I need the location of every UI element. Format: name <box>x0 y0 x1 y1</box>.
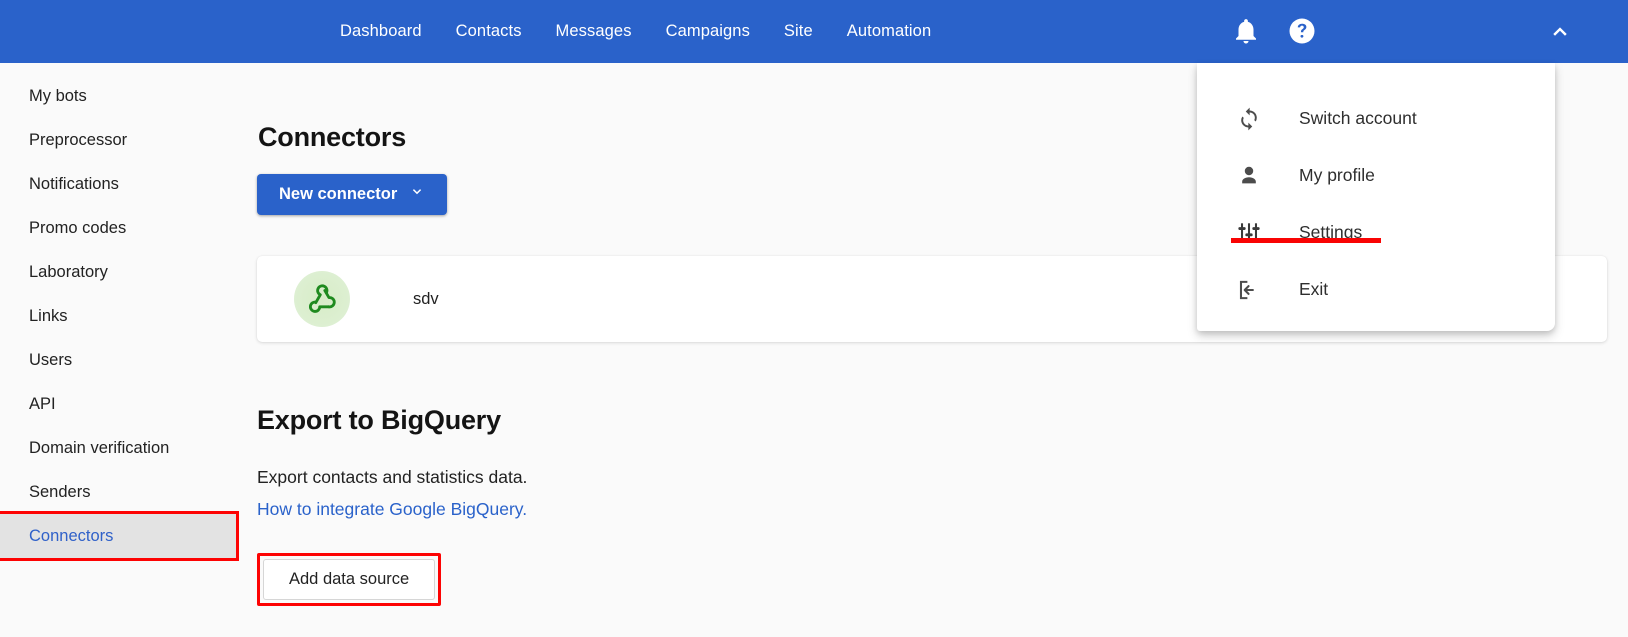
webhook-icon <box>294 271 350 327</box>
chevron-down-icon <box>409 184 425 205</box>
sidebar-item-label: Links <box>29 306 68 325</box>
person-icon <box>1235 162 1263 190</box>
nav-link-dashboard[interactable]: Dashboard <box>340 23 439 40</box>
sidebar-item-my-bots[interactable]: My bots <box>0 74 236 118</box>
sidebar-item-api[interactable]: API <box>0 382 236 426</box>
sidebar-item-label: Promo codes <box>29 218 127 237</box>
add-data-source-highlight: Add data source <box>257 553 442 606</box>
menu-item-exit[interactable]: Exit <box>1197 261 1555 318</box>
nav-link-campaigns[interactable]: Campaigns <box>649 23 767 40</box>
sidebar-item-label: Preprocessor <box>29 130 128 149</box>
menu-item-label: Exit <box>1299 279 1329 299</box>
sidebar-item-laboratory[interactable]: Laboratory <box>0 250 236 294</box>
sidebar-item-label: My bots <box>29 86 87 105</box>
sidebar-item-promo-codes[interactable]: Promo codes <box>0 206 236 250</box>
menu-item-label: My profile <box>1299 165 1375 185</box>
new-connector-button[interactable]: New connector <box>257 174 448 215</box>
page-title: Connectors <box>258 122 407 152</box>
account-dropdown-menu: Switch account My profile Settings Exit <box>1197 63 1555 331</box>
bigquery-description: Export contacts and statistics data. <box>257 467 528 487</box>
sidebar-item-senders[interactable]: Senders <box>0 470 236 514</box>
new-connector-label: New connector <box>279 185 398 203</box>
logout-icon <box>1235 276 1263 304</box>
nav-link-site[interactable]: Site <box>767 23 830 40</box>
settings-highlight-underline <box>1231 238 1381 243</box>
bigquery-section-title: Export to BigQuery <box>257 405 501 435</box>
bigquery-how-to-link[interactable]: How to integrate Google BigQuery. <box>257 500 527 519</box>
sidebar-item-label: Senders <box>29 482 91 501</box>
sidebar-item-label: API <box>29 394 56 413</box>
nav-link-contacts[interactable]: Contacts <box>439 23 539 40</box>
help-circle-icon[interactable] <box>1287 16 1317 46</box>
top-navigation-bar: Dashboard Contacts Messages Campaigns Si… <box>0 0 1628 63</box>
menu-item-my-profile[interactable]: My profile <box>1197 147 1555 204</box>
add-data-source-button[interactable]: Add data source <box>263 559 436 600</box>
sidebar-item-connectors[interactable]: Connectors <box>0 511 239 561</box>
menu-item-label: Switch account <box>1299 108 1417 128</box>
sidebar-item-notifications[interactable]: Notifications <box>0 162 236 206</box>
menu-item-settings[interactable]: Settings <box>1197 204 1555 261</box>
nav-links: Dashboard Contacts Messages Campaigns Si… <box>340 0 948 63</box>
notifications-bell-icon[interactable] <box>1231 16 1261 46</box>
sync-icon <box>1235 105 1263 133</box>
nav-link-messages[interactable]: Messages <box>539 23 649 40</box>
account-menu-chevron-up-icon[interactable] <box>1545 18 1575 44</box>
connector-name: sdv <box>413 289 439 308</box>
sidebar: My bots Preprocessor Notifications Promo… <box>0 63 239 637</box>
sidebar-item-domain-verification[interactable]: Domain verification <box>0 426 236 470</box>
menu-item-switch-account[interactable]: Switch account <box>1197 90 1555 147</box>
sidebar-item-preprocessor[interactable]: Preprocessor <box>0 118 236 162</box>
sidebar-item-users[interactable]: Users <box>0 338 236 382</box>
app-root: Dashboard Contacts Messages Campaigns Si… <box>0 0 1628 637</box>
sidebar-item-label: Domain verification <box>29 438 170 457</box>
sidebar-item-label: Notifications <box>29 174 119 193</box>
sidebar-item-label: Users <box>29 350 73 369</box>
nav-link-automation[interactable]: Automation <box>830 23 948 40</box>
sidebar-item-label: Laboratory <box>29 262 108 281</box>
sidebar-item-label: Connectors <box>29 526 114 545</box>
add-data-source-label: Add data source <box>289 570 410 588</box>
sidebar-item-links[interactable]: Links <box>0 294 236 338</box>
